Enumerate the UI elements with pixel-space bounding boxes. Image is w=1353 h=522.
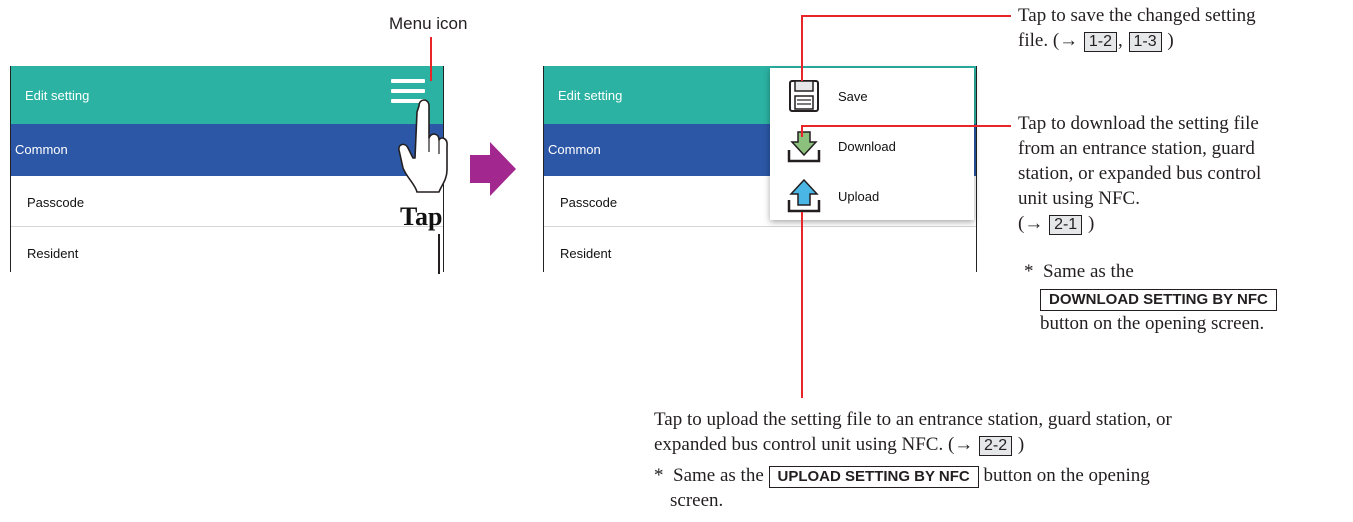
hand-stem bbox=[438, 234, 440, 274]
note-line: Tap to upload the setting file to an ent… bbox=[654, 409, 1172, 430]
note-line: station, or expanded bus control bbox=[1018, 163, 1262, 184]
callout-line-download bbox=[801, 125, 1011, 127]
app-header: Edit setting bbox=[11, 66, 443, 124]
ref-box: 1-2 bbox=[1083, 32, 1118, 52]
note-line: file. (→ 1-2, 1-3 ) bbox=[1018, 30, 1174, 52]
menu-item-label: Upload bbox=[838, 189, 880, 204]
category-label: Common bbox=[15, 142, 68, 157]
note-line: Tap to download the setting file bbox=[1018, 113, 1259, 134]
note-upload: Tap to upload the setting file to an ent… bbox=[654, 407, 1344, 513]
list-item-resident[interactable]: Resident bbox=[544, 227, 976, 272]
left-screen: Edit setting Common Passcode Resident bbox=[10, 66, 444, 272]
menu-item-label: Download bbox=[838, 139, 896, 154]
category-common[interactable]: Common bbox=[11, 124, 443, 176]
list-item-label: Resident bbox=[27, 246, 79, 261]
callout-line-download bbox=[801, 125, 803, 137]
right-arrow-icon bbox=[470, 142, 516, 196]
menu-icon-callout: Menu icon bbox=[389, 14, 468, 33]
list-item-label: Passcode bbox=[27, 195, 85, 210]
note-line: expanded bus control unit using NFC. (→ … bbox=[654, 434, 1025, 456]
callout-line-save bbox=[801, 15, 1011, 17]
list-item-passcode[interactable]: Passcode bbox=[11, 176, 443, 228]
callout-line-upload bbox=[801, 212, 803, 398]
ref-box: 2-1 bbox=[1049, 215, 1083, 235]
note-line: (→ 2-1 ) bbox=[1018, 213, 1095, 235]
upload-arrow-icon bbox=[787, 178, 821, 213]
download-setting-by-nfc-button-ref: DOWNLOAD SETTING BY NFC bbox=[1040, 289, 1277, 311]
list-item-label: Passcode bbox=[560, 195, 618, 210]
floppy-disk-icon bbox=[789, 80, 819, 112]
note-line: unit using NFC. bbox=[1018, 188, 1140, 209]
list-item-label: Resident bbox=[560, 246, 612, 261]
note-line: Tap to save the changed setting bbox=[1018, 5, 1256, 26]
category-label: Common bbox=[548, 142, 601, 157]
ref-box: 1-3 bbox=[1128, 32, 1162, 52]
tap-label: Tap bbox=[400, 202, 443, 231]
note-download-same: * Same as the DOWNLOAD SETTING BY NFC bu… bbox=[1024, 259, 1350, 336]
note-line: * Same as the UPLOAD SETTING BY NFC butt… bbox=[654, 465, 1150, 488]
ref-box: 2-2 bbox=[979, 436, 1013, 456]
upload-setting-by-nfc-button-ref: UPLOAD SETTING BY NFC bbox=[768, 466, 979, 488]
tap-hand-icon bbox=[398, 99, 448, 193]
download-arrow-icon bbox=[787, 131, 821, 163]
menu-item-label: Save bbox=[838, 89, 868, 104]
note-line: from an entrance station, guard bbox=[1018, 138, 1255, 159]
header-title: Edit setting bbox=[25, 88, 90, 103]
list-item-resident[interactable]: Resident bbox=[11, 227, 443, 272]
note-save: Tap to save the changed setting file. (→… bbox=[1018, 3, 1348, 53]
callout-line-save bbox=[801, 15, 803, 81]
callout-line bbox=[430, 37, 432, 81]
header-title: Edit setting bbox=[558, 88, 623, 103]
overflow-menu: Save Download Upload bbox=[770, 68, 974, 220]
note-download: Tap to download the setting file from an… bbox=[1018, 111, 1350, 236]
